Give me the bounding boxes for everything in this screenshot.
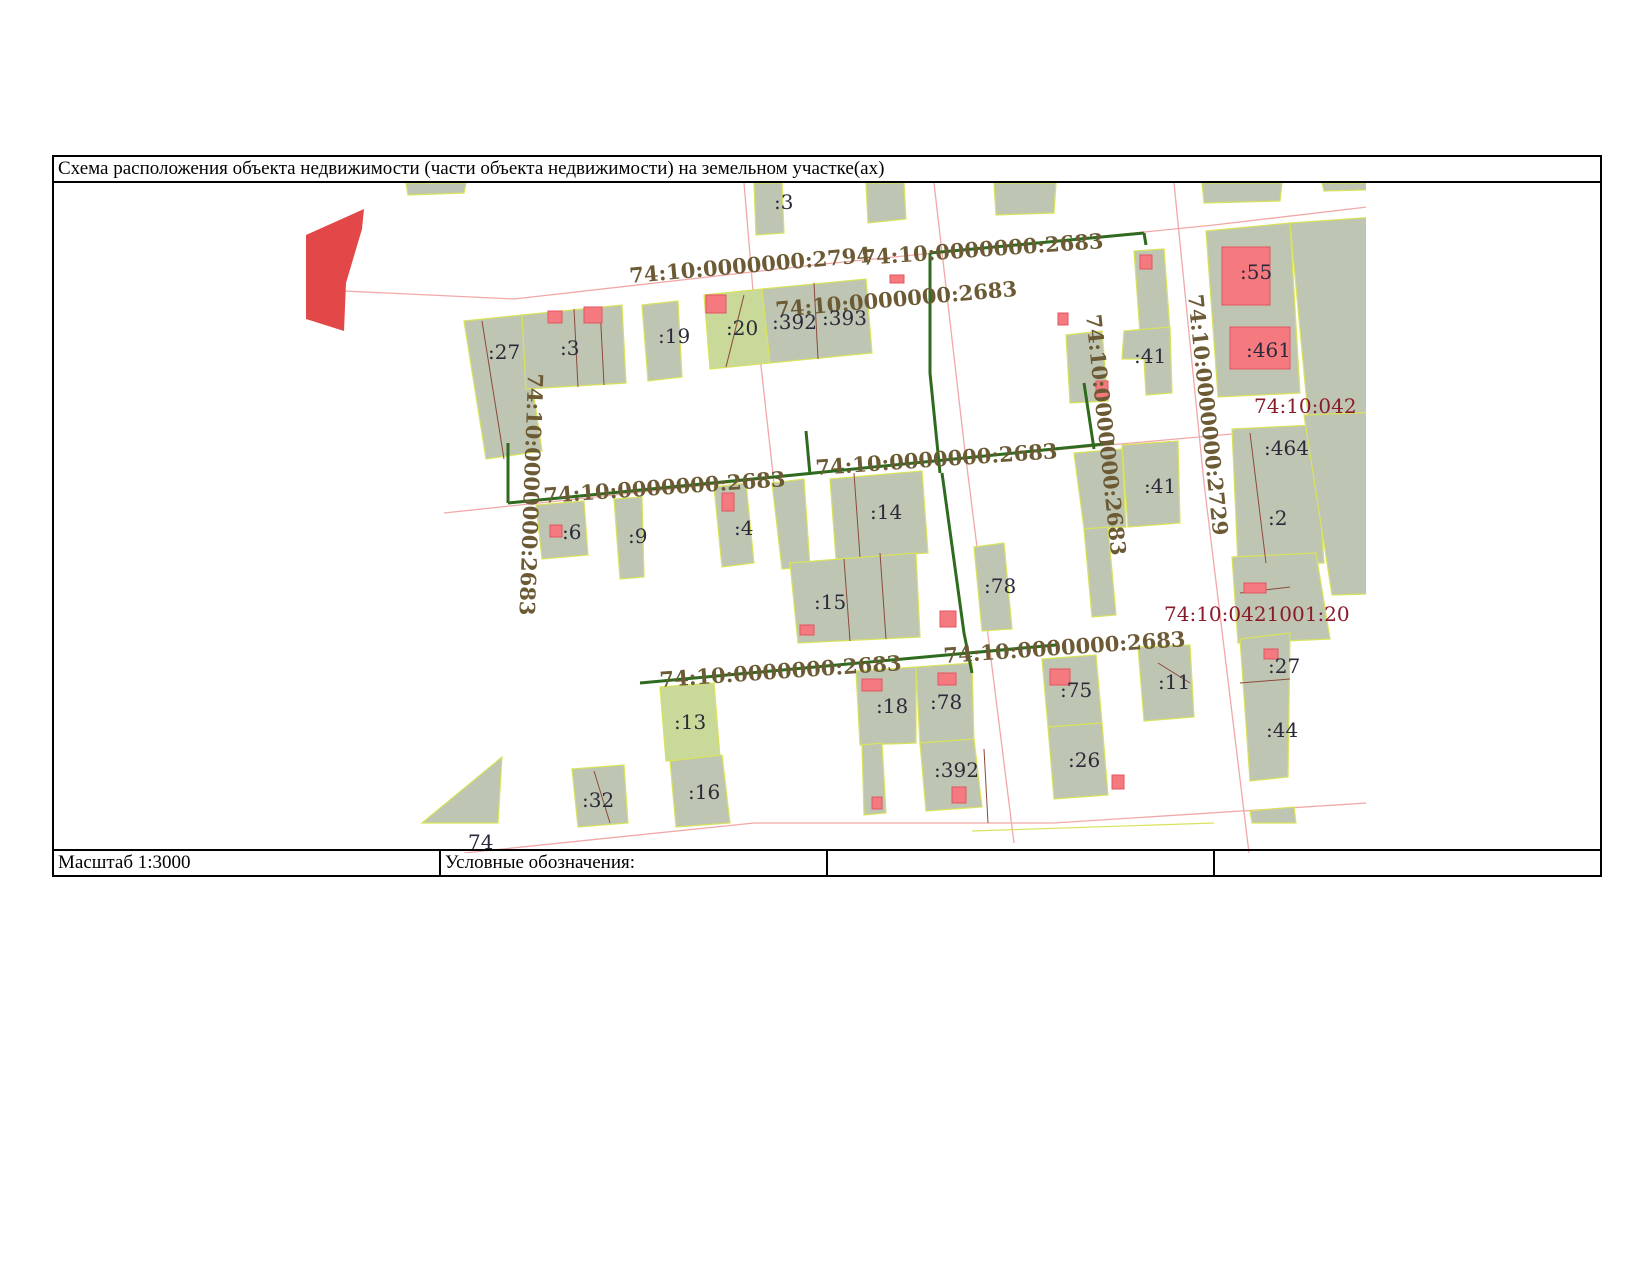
scale-cell: Масштаб 1:3000 (54, 851, 441, 875)
label-p4: :4 (734, 516, 753, 540)
footer-cell-3 (828, 851, 1215, 875)
label-p32: :32 (582, 788, 614, 812)
label-p14: :14 (870, 500, 902, 524)
scheme-footer: Масштаб 1:3000 Условные обозначения: (54, 849, 1600, 875)
highlight-parcel (306, 209, 364, 331)
label-p3-top: :3 (774, 190, 793, 214)
footer-cell-4 (1215, 851, 1600, 875)
legend-cell: Условные обозначения: (441, 851, 828, 875)
scheme-sheet: Схема расположения объекта недвижимости … (52, 155, 1602, 877)
label-b0421001: 74:10:0421001:20 (1164, 602, 1350, 626)
label-p26: :26 (1068, 748, 1100, 772)
label-p18: :18 (876, 694, 908, 718)
label-p41-mid: :41 (1144, 474, 1176, 498)
label-b042-top: 74:10:042 (1254, 394, 1357, 418)
label-p11: :11 (1158, 670, 1190, 694)
label-p27-right: :27 (1268, 654, 1300, 678)
label-p55: :55 (1240, 260, 1272, 284)
label-p44: :44 (1266, 718, 1298, 742)
label-p16: :16 (688, 780, 720, 804)
label-c2683-a: 74:10:0000000:2683 (861, 228, 1105, 270)
label-p13: :13 (674, 710, 706, 734)
label-p392: :392 (772, 310, 817, 334)
label-p41-top: :41 (1134, 344, 1166, 368)
map-canvas: 74:10:0000000:2794 74:10:0000000:2683 74… (306, 183, 1600, 853)
label-c2683-c: 74:10:0000000:2683 (543, 466, 787, 508)
cadastral-map[interactable]: 74:10:0000000:2794 74:10:0000000:2683 74… (54, 183, 1600, 853)
label-p392-low: :392 (934, 758, 979, 782)
scheme-title: Схема расположения объекта недвижимости … (54, 157, 1600, 183)
label-p9: :9 (628, 524, 647, 548)
label-p461: :461 (1246, 338, 1291, 362)
label-p20: :20 (726, 316, 758, 340)
label-p78-low: :78 (930, 690, 962, 714)
label-p2: :2 (1268, 506, 1287, 530)
label-p3-left: :3 (560, 336, 579, 360)
label-p19: :19 (658, 324, 690, 348)
map-extent-mask (1366, 183, 1600, 853)
label-p464: :464 (1264, 436, 1309, 460)
label-p393: :393 (822, 306, 867, 330)
label-p15: :15 (814, 590, 846, 614)
label-p75: :75 (1060, 678, 1092, 702)
label-p78-mid: :78 (984, 574, 1016, 598)
label-p27-left: :27 (488, 340, 520, 364)
label-p6: :6 (562, 520, 581, 544)
